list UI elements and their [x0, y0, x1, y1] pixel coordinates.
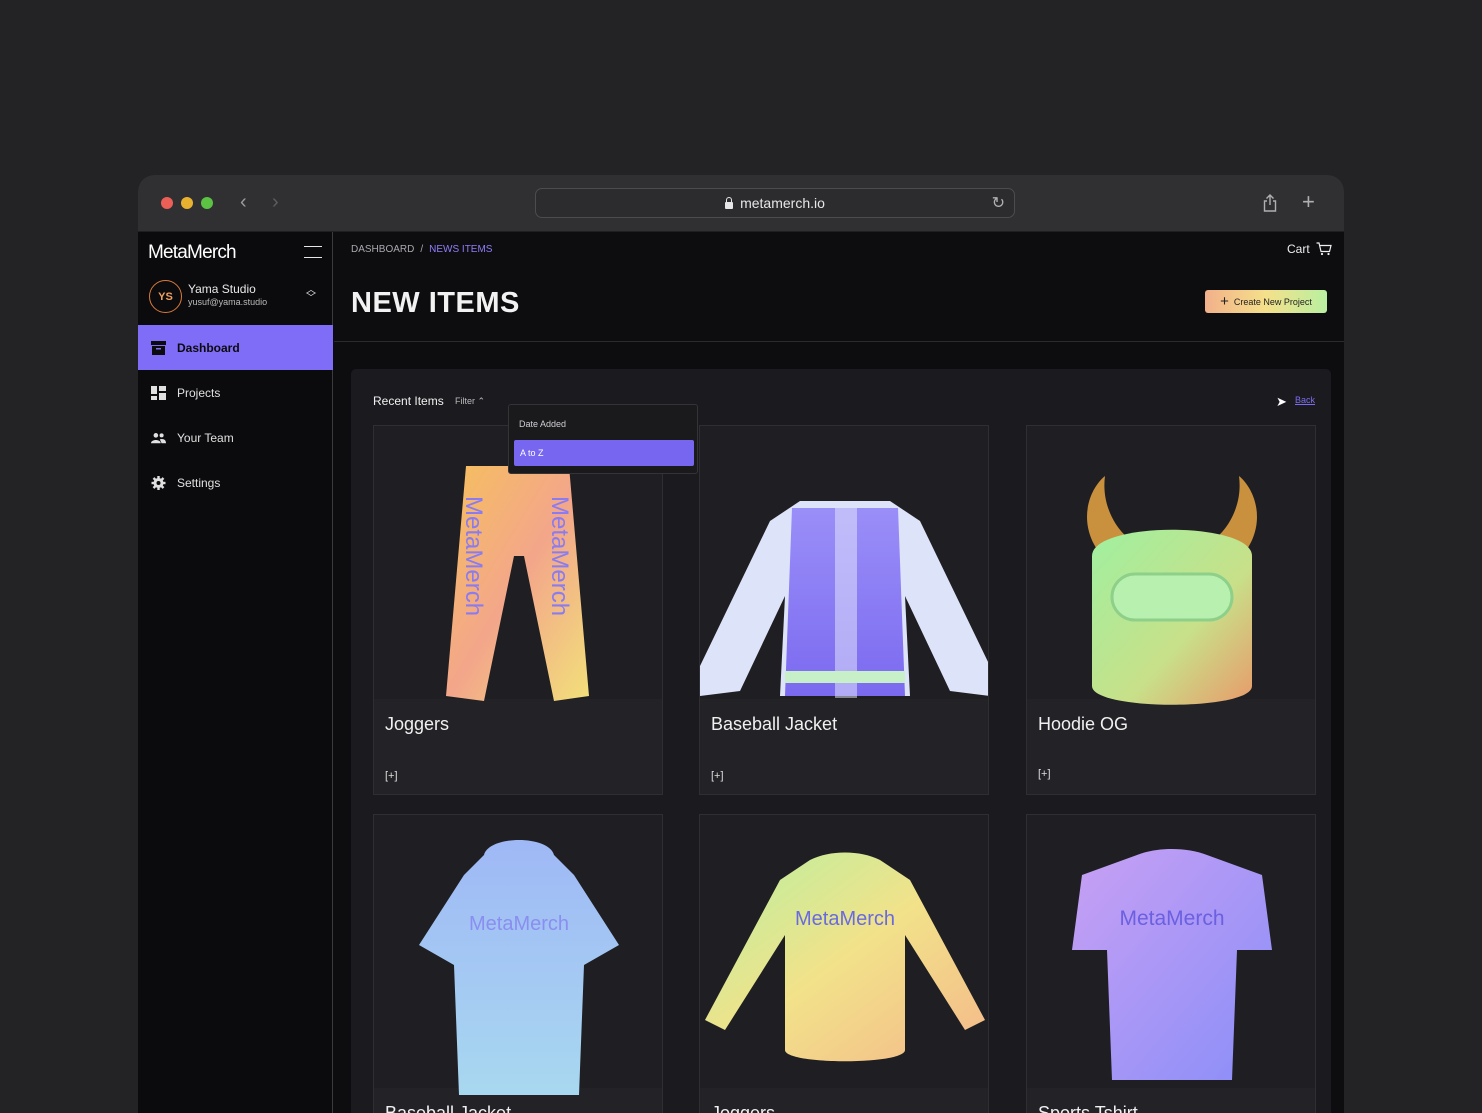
plus-icon: + — [1220, 292, 1229, 310]
browser-toolbar: ‹ › metamerch.io ↻ + — [138, 175, 1344, 232]
item-thumbnail: MetaMerch — [700, 815, 988, 1088]
mouse-cursor-icon: ➤ — [1276, 394, 1287, 409]
item-card[interactable]: Baseball Jacket [+] — [699, 425, 989, 795]
item-thumbnail — [1027, 426, 1315, 705]
add-item-button[interactable]: [+] — [385, 770, 398, 782]
chevron-up-icon: ⌃ — [477, 396, 486, 406]
new-tab-icon[interactable]: + — [1302, 191, 1315, 213]
back-arrow-icon[interactable]: ‹ — [240, 192, 247, 212]
filter-dropdown-toggle[interactable]: Filter ⌃ — [455, 396, 485, 407]
sidebar-item-label: Dashboard — [177, 340, 240, 355]
sidebar-item-dashboard[interactable]: Dashboard — [138, 325, 333, 370]
item-name: Hoodie OG — [1038, 714, 1129, 734]
item-card[interactable]: MetaMerch Baseball Jacket — [373, 814, 663, 1113]
item-card[interactable]: MetaMerch Joggers — [699, 814, 989, 1113]
team-icon — [151, 432, 166, 443]
close-window-button[interactable] — [161, 197, 173, 209]
reload-icon[interactable]: ↻ — [992, 193, 1005, 213]
filter-label: Filter — [455, 396, 475, 406]
header-divider — [334, 341, 1344, 342]
breadcrumb-separator: / — [420, 244, 424, 255]
add-item-button[interactable]: [+] — [711, 770, 724, 782]
filter-option-a-to-z[interactable]: A to Z — [514, 440, 694, 466]
sidebar: MetaMerch YS Yama Studio yusuf@yama.stud… — [138, 232, 333, 1113]
item-card[interactable]: MetaMerch Sports Tshirt — [1026, 814, 1316, 1113]
print-text: MetaMerch — [460, 496, 487, 616]
item-thumbnail: MetaMerch — [1027, 815, 1315, 1088]
breadcrumb-dashboard[interactable]: DASHBOARD — [351, 244, 414, 255]
sidebar-item-label: Your Team — [177, 430, 234, 445]
back-link[interactable]: Back — [1295, 395, 1315, 405]
cart-button[interactable]: Cart — [1287, 242, 1332, 256]
recent-items-panel: Recent Items Filter ⌃ ➤ Back Date Added … — [351, 369, 1331, 1113]
filter-option-label: A to Z — [520, 448, 544, 458]
recent-items-heading: Recent Items — [373, 394, 444, 408]
user-name: Yama Studio — [188, 282, 256, 296]
print-text: MetaMerch — [469, 913, 569, 935]
breadcrumb: DASHBOARD / NEWS ITEMS — [351, 244, 492, 255]
filter-dropdown-menu: Date Added A to Z — [508, 404, 698, 474]
account-switch-icon[interactable]: ︿ ﹀ — [306, 286, 316, 304]
sidebar-item-settings[interactable]: Settings — [138, 460, 333, 505]
item-card[interactable]: Hoodie OG [+] — [1026, 425, 1316, 795]
page-title: NEW ITEMS — [351, 287, 520, 319]
breadcrumb-current[interactable]: NEWS ITEMS — [429, 244, 492, 255]
item-name: Baseball Jacket — [385, 1103, 512, 1113]
item-thumbnail: MetaMerch — [374, 815, 662, 1095]
url-text: metamerch.io — [740, 195, 825, 211]
filter-option-date-added[interactable]: Date Added — [519, 419, 566, 429]
item-name: Baseball Jacket — [711, 714, 838, 734]
projects-grid-icon — [151, 385, 166, 400]
sidebar-item-label: Settings — [177, 475, 221, 490]
create-new-project-button[interactable]: + Create New Project — [1205, 290, 1327, 313]
item-name: Joggers — [711, 1103, 776, 1113]
app-logo[interactable]: MetaMerch — [148, 242, 237, 264]
sidebar-item-projects[interactable]: Projects — [138, 370, 333, 415]
item-name: Sports Tshirt — [1038, 1103, 1138, 1113]
item-card[interactable]: MetaMerch MetaMerch Joggers [+] — [373, 425, 663, 795]
browser-window: ‹ › metamerch.io ↻ + MetaMerch YS Yama S… — [138, 175, 1344, 1113]
cart-label: Cart — [1287, 242, 1310, 256]
print-text: MetaMerch — [546, 496, 573, 616]
forward-arrow-icon[interactable]: › — [272, 192, 279, 212]
avatar[interactable]: YS — [149, 280, 182, 313]
create-button-label: Create New Project — [1233, 296, 1312, 307]
minimize-window-button[interactable] — [181, 197, 193, 209]
lock-icon — [725, 196, 734, 209]
print-text: MetaMerch — [1119, 907, 1224, 930]
user-email: yusuf@yama.studio — [188, 297, 268, 307]
cart-icon — [1316, 242, 1332, 256]
add-item-button[interactable]: [+] — [1038, 768, 1051, 780]
address-bar[interactable]: metamerch.io ↻ — [535, 188, 1015, 218]
sidebar-item-your-team[interactable]: Your Team — [138, 415, 333, 460]
sidebar-item-label: Projects — [177, 385, 221, 400]
hamburger-menu-icon[interactable] — [304, 246, 322, 258]
item-thumbnail — [700, 426, 988, 699]
main-content: DASHBOARD / NEWS ITEMS Cart NEW ITEMS + Cr… — [334, 232, 1344, 1113]
item-name: Joggers — [385, 714, 450, 734]
gear-icon — [151, 475, 166, 490]
dashboard-icon — [151, 340, 166, 355]
maximize-window-button[interactable] — [201, 197, 213, 209]
share-icon[interactable] — [1263, 194, 1277, 212]
print-text: MetaMerch — [795, 908, 895, 930]
